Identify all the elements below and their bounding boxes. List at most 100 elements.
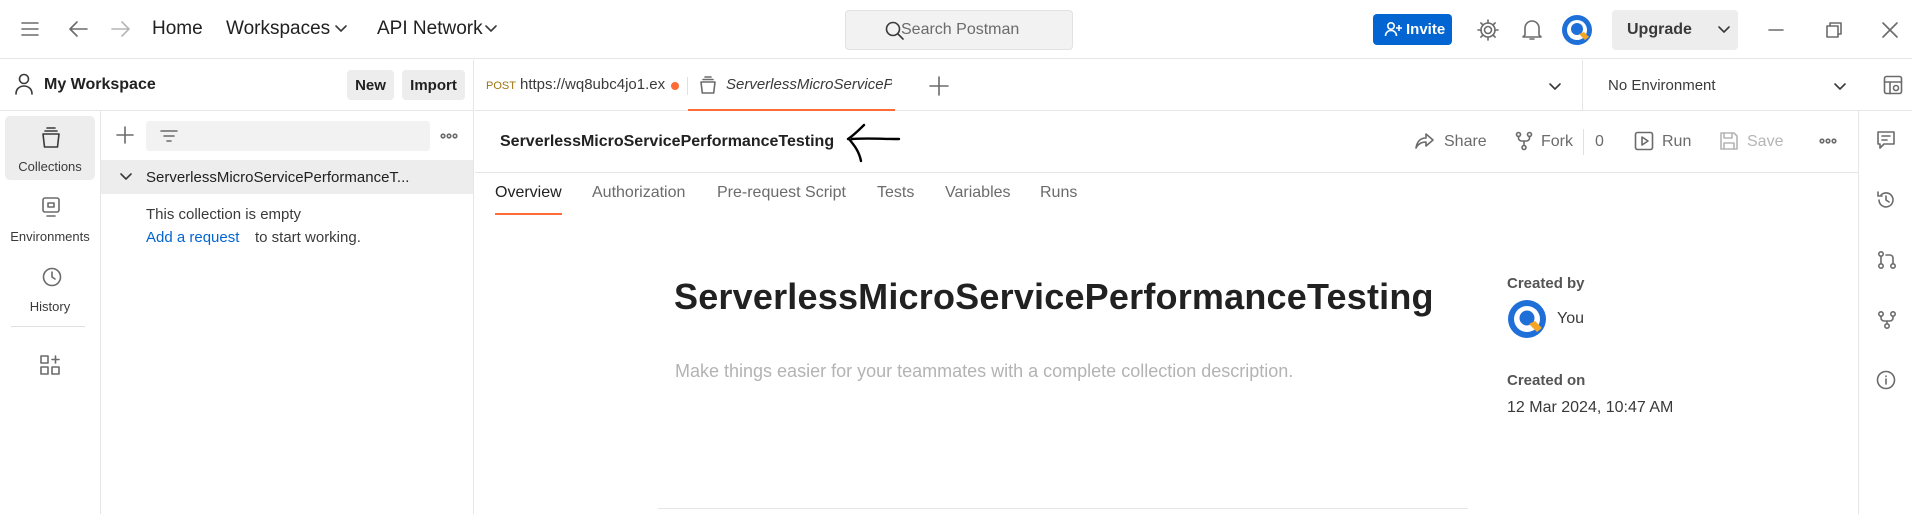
run-icon <box>1634 131 1654 151</box>
workspaces-label: Workspaces <box>226 18 331 39</box>
collections-panel: ServerlessMicroServicePerformanceT... Th… <box>101 111 474 514</box>
changelog-history-icon[interactable] <box>1876 190 1896 210</box>
workspace-name: My Workspace <box>44 76 156 93</box>
history-icon <box>41 266 63 288</box>
chevron-down-icon <box>334 24 348 34</box>
fork-count[interactable]: 0 <box>1595 133 1604 151</box>
environment-value: No Environment <box>1608 77 1716 94</box>
filter-icon <box>160 129 178 143</box>
sidebar-item-history[interactable]: History <box>5 256 95 320</box>
description-placeholder[interactable]: Make things easier for your teammates wi… <box>675 361 1293 382</box>
menu-icon[interactable] <box>20 20 40 38</box>
collection-header-name[interactable]: ServerlessMicroServicePerformanceTesting <box>500 133 834 151</box>
add-user-icon <box>1384 21 1402 38</box>
collections-icon <box>699 75 717 95</box>
forks-icon[interactable] <box>1877 310 1897 330</box>
search-input[interactable]: Search Postman <box>845 10 1073 50</box>
chevron-down-icon <box>119 172 133 182</box>
created-on-label: Created on <box>1507 372 1586 389</box>
collection-header: ServerlessMicroServicePerformanceTesting… <box>475 111 1858 173</box>
user-icon <box>14 73 34 95</box>
tab-label: ServerlessMicroServicePe <box>726 76 892 93</box>
workspaces-menu[interactable]: Workspaces <box>226 18 330 40</box>
collection-tree-item[interactable]: ServerlessMicroServicePerformanceT... <box>101 160 473 194</box>
sidebar-item-collections[interactable]: Collections <box>5 116 95 180</box>
sidebar-header: My Workspace New Import <box>0 60 474 111</box>
created-by-label: Created by <box>1507 275 1585 292</box>
collection-name: ServerlessMicroServicePerformanceT... <box>146 169 410 186</box>
annotation-arrow <box>844 121 902 165</box>
tab-request[interactable]: POST https://wq8ubc4jo1.ex <box>475 60 687 111</box>
sidebar-item-environments[interactable]: Environments <box>5 186 95 250</box>
notifications-bell-icon[interactable] <box>1521 18 1543 42</box>
tab-pre-request-script[interactable]: Pre-request Script <box>717 184 846 202</box>
collection-subtabs: Overview Authorization Pre-request Scrip… <box>475 173 1858 218</box>
info-icon[interactable] <box>1876 370 1896 390</box>
unsaved-dot <box>671 82 679 90</box>
tab-collection[interactable]: ServerlessMicroServicePe <box>688 60 895 111</box>
invite-label: Invite <box>1406 21 1446 38</box>
avatar[interactable] <box>1561 14 1593 46</box>
chevron-down-icon <box>1833 82 1847 92</box>
tab-overview[interactable]: Overview <box>495 184 562 215</box>
home-link[interactable]: Home <box>152 18 203 40</box>
created-on-value: 12 Mar 2024, 10:47 AM <box>1507 399 1674 416</box>
tab-runs[interactable]: Runs <box>1040 184 1077 202</box>
method-badge: POST <box>486 80 516 92</box>
add-request-suffix: to start working. <box>255 229 361 246</box>
tab-tests[interactable]: Tests <box>877 184 914 202</box>
save-icon <box>1719 131 1739 151</box>
import-button[interactable]: Import <box>402 70 465 100</box>
tab-strip: POST https://wq8ubc4jo1.ex ServerlessMic… <box>475 60 1912 111</box>
minimize-icon[interactable] <box>1768 28 1784 32</box>
save-button[interactable]: Save <box>1747 133 1783 151</box>
avatar <box>1507 299 1547 339</box>
comments-icon[interactable] <box>1876 130 1896 150</box>
back-arrow-icon[interactable] <box>67 19 89 39</box>
pull-requests-icon[interactable] <box>1877 250 1897 270</box>
more-options-icon[interactable] <box>440 133 458 139</box>
created-by-value: You <box>1557 310 1584 327</box>
collection-title[interactable]: ServerlessMicroServicePerformanceTesting <box>674 276 1434 318</box>
upgrade-button[interactable]: Upgrade <box>1612 10 1738 50</box>
share-icon <box>1415 132 1435 150</box>
close-icon[interactable] <box>1881 21 1899 39</box>
tab-variables[interactable]: Variables <box>945 184 1011 202</box>
rail-divider <box>11 326 85 327</box>
new-tab-plus-icon[interactable] <box>929 76 949 96</box>
import-label: Import <box>410 77 457 94</box>
share-button[interactable]: Share <box>1444 133 1487 151</box>
settings-gear-icon[interactable] <box>1476 18 1500 42</box>
chevron-down-icon <box>1717 25 1731 35</box>
api-network-menu[interactable]: API Network <box>377 18 483 40</box>
add-request-link[interactable]: Add a request <box>146 229 239 246</box>
sidebar-item-label: Environments <box>10 229 90 244</box>
sidebar-item-label: Collections <box>18 159 82 174</box>
add-collection-icon[interactable] <box>116 126 134 144</box>
sidebar-rail: Collections Environments History <box>0 111 101 514</box>
collections-icon <box>40 126 62 150</box>
upgrade-label: Upgrade <box>1627 21 1692 38</box>
chevron-down-icon <box>484 24 498 34</box>
tab-label: https://wq8ubc4jo1.ex <box>520 76 666 93</box>
chevron-down-icon[interactable] <box>1548 82 1562 92</box>
run-button[interactable]: Run <box>1662 133 1691 151</box>
forward-arrow-icon[interactable] <box>110 19 132 39</box>
more-options-icon[interactable] <box>1819 138 1837 144</box>
new-button[interactable]: New <box>347 70 394 100</box>
fork-button[interactable]: Fork <box>1541 133 1573 151</box>
search-placeholder: Search Postman <box>901 21 1020 38</box>
restore-window-icon[interactable] <box>1825 21 1843 39</box>
filter-input[interactable] <box>146 121 430 151</box>
environments-icon <box>41 196 61 218</box>
empty-collection-text: This collection is empty <box>146 206 302 223</box>
fork-divider <box>1583 129 1584 155</box>
environment-quick-look-icon[interactable] <box>1883 75 1903 95</box>
configure-workbench-icon[interactable] <box>39 354 61 376</box>
api-network-label: API Network <box>377 18 483 39</box>
tab-authorization[interactable]: Authorization <box>592 184 685 202</box>
top-bar: Home Workspaces API Network Search Postm… <box>0 0 1912 59</box>
new-label: New <box>355 77 386 94</box>
invite-button[interactable]: Invite <box>1373 14 1452 45</box>
environment-select[interactable]: No Environment <box>1582 60 1858 111</box>
